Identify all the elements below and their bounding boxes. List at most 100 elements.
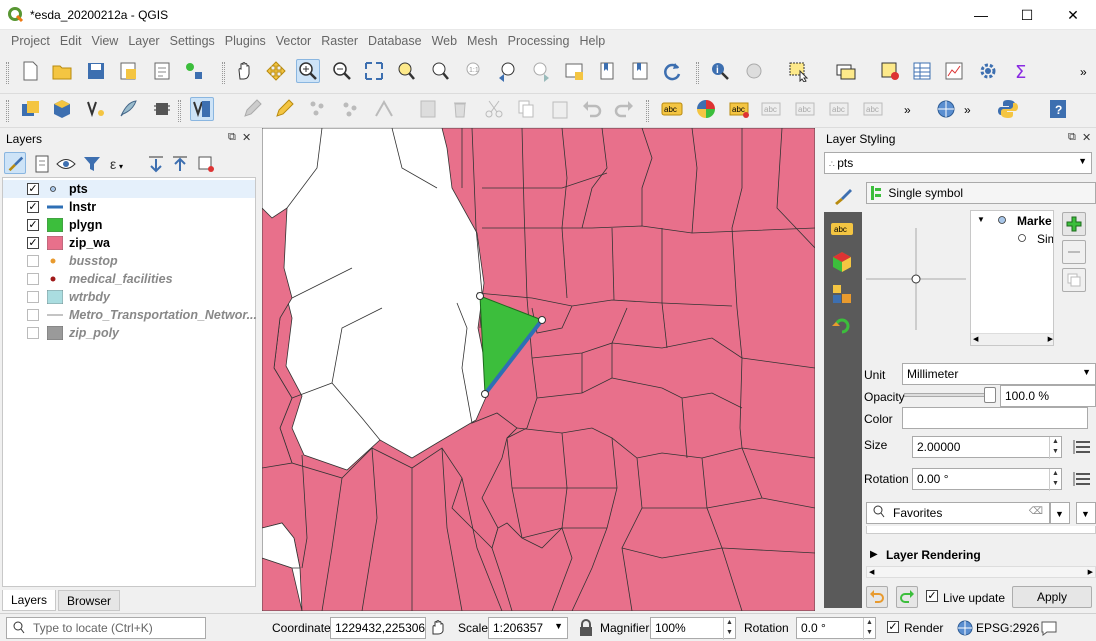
layer-visibility-checkbox[interactable] bbox=[27, 291, 39, 303]
show-hide-labels-icon[interactable]: abc bbox=[794, 97, 818, 121]
new-map-view-icon[interactable] bbox=[562, 59, 586, 83]
map-canvas[interactable] bbox=[262, 128, 815, 611]
toolbar-grip[interactable] bbox=[6, 62, 9, 84]
layout-manager-icon[interactable] bbox=[150, 59, 174, 83]
statistics-icon[interactable] bbox=[942, 59, 966, 83]
filter-expression-icon[interactable]: ε ▾ bbox=[106, 152, 130, 176]
simple-marker-tree-item[interactable]: Sim bbox=[1037, 232, 1053, 246]
size-spinner[interactable]: ▲ ▼ bbox=[1049, 437, 1061, 459]
gps-device-icon[interactable] bbox=[150, 97, 174, 121]
opacity-slider-handle[interactable] bbox=[984, 387, 996, 403]
renderer-select[interactable]: Single symbol bbox=[866, 182, 1096, 204]
layer-select[interactable]: ∴ pts ▼ bbox=[824, 152, 1092, 174]
edit-pencil-icon[interactable] bbox=[240, 97, 264, 121]
menu-processing[interactable]: Processing bbox=[503, 34, 575, 48]
panel-close-button[interactable]: ✕ bbox=[1082, 131, 1091, 144]
symbol-layer-tree[interactable]: ▼ Marke Sim ◀▶ bbox=[970, 210, 1054, 346]
symbology-tab-brush-icon[interactable] bbox=[824, 180, 862, 212]
label-toolbar-abc-icon[interactable]: abc bbox=[660, 97, 684, 121]
zoom-full-icon[interactable] bbox=[362, 59, 386, 83]
crs-label[interactable]: EPSG:2926 bbox=[976, 621, 1039, 635]
python-console-icon[interactable] bbox=[996, 97, 1020, 121]
tree-scrollbar[interactable]: ◀ ▶ bbox=[971, 333, 1053, 345]
layer-visibility-checkbox[interactable]: ✓ bbox=[27, 201, 39, 213]
add-group-icon[interactable] bbox=[30, 152, 54, 176]
panel-close-button[interactable]: ✕ bbox=[242, 131, 251, 144]
messages-icon[interactable] bbox=[1040, 619, 1058, 637]
deselect-all-icon[interactable] bbox=[878, 59, 902, 83]
zoom-native-icon[interactable]: 1:1 bbox=[462, 59, 486, 83]
crs-globe-icon[interactable] bbox=[956, 619, 974, 637]
layer-row-lnstr[interactable]: ✓ lnstr bbox=[3, 198, 255, 216]
map-rotation-input[interactable]: 0.0 ° ▲ ▼ bbox=[796, 617, 876, 640]
new-geopackage-icon[interactable] bbox=[50, 97, 74, 121]
layer-visibility-checkbox[interactable] bbox=[27, 273, 39, 285]
layer-visibility-checkbox[interactable]: ✓ bbox=[27, 237, 39, 249]
lock-scale-icon[interactable] bbox=[578, 619, 594, 637]
clear-search-icon[interactable]: ⌫ bbox=[1029, 506, 1043, 517]
open-project-icon[interactable] bbox=[50, 59, 74, 83]
rotation-spinner[interactable]: ▲ ▼ bbox=[863, 618, 875, 640]
add-symbol-layer-button[interactable] bbox=[1062, 212, 1086, 236]
modify-attributes-icon[interactable] bbox=[416, 97, 440, 121]
magnifier-spinner[interactable]: ▲ ▼ bbox=[723, 618, 735, 640]
close-button[interactable]: ✕ bbox=[1050, 0, 1096, 30]
manage-visibility-eye-icon[interactable] bbox=[54, 152, 78, 176]
zoom-last-icon[interactable] bbox=[496, 59, 520, 83]
toolbar-grip[interactable] bbox=[222, 62, 225, 84]
redo-style-button[interactable] bbox=[896, 586, 918, 608]
layer-visibility-checkbox[interactable] bbox=[27, 327, 39, 339]
opacity-slider-track[interactable] bbox=[904, 393, 996, 397]
layer-row-busstop[interactable]: busstop bbox=[3, 252, 255, 270]
layer-visibility-checkbox[interactable]: ✓ bbox=[27, 219, 39, 231]
zoom-in-icon[interactable] bbox=[296, 59, 320, 83]
undo-style-button[interactable] bbox=[866, 586, 888, 608]
new-bookmark-icon[interactable] bbox=[596, 59, 620, 83]
save-edits-icon[interactable] bbox=[272, 97, 296, 121]
select-by-value-icon[interactable] bbox=[834, 59, 858, 83]
layer-visibility-checkbox[interactable] bbox=[27, 309, 39, 321]
tab-browser[interactable]: Browser bbox=[58, 590, 121, 611]
3d-view-tab-icon[interactable] bbox=[830, 250, 854, 274]
add-point-icon[interactable] bbox=[338, 97, 362, 121]
diagram-options-icon[interactable] bbox=[694, 97, 718, 121]
zoom-to-layer-icon[interactable] bbox=[428, 59, 452, 83]
properties-scrollbar[interactable]: ◀ ▶ bbox=[866, 566, 1096, 578]
map-svg[interactable] bbox=[262, 128, 815, 611]
cut-features-icon[interactable] bbox=[482, 97, 506, 121]
layer-row-zip-wa[interactable]: ✓ zip_wa bbox=[3, 234, 255, 252]
chevron-right-icon[interactable]: ▶ bbox=[870, 549, 878, 560]
highlight-pinned-labels-icon[interactable]: abc bbox=[728, 97, 752, 121]
panel-float-button[interactable]: ⧉ bbox=[228, 131, 236, 144]
menu-settings[interactable]: Settings bbox=[165, 34, 220, 48]
menu-raster[interactable]: Raster bbox=[316, 34, 363, 48]
zoom-next-icon[interactable] bbox=[528, 59, 552, 83]
symbol-options-menu[interactable]: ▼ bbox=[1076, 502, 1096, 524]
menu-layer[interactable]: Layer bbox=[123, 34, 164, 48]
menu-plugins[interactable]: Plugins bbox=[220, 34, 271, 48]
scale-select[interactable]: 1:206357 ▼ bbox=[488, 617, 568, 639]
data-defined-override-icon[interactable] bbox=[1072, 468, 1094, 490]
layer-rendering-header[interactable]: Layer Rendering bbox=[886, 548, 981, 562]
expand-all-icon[interactable] bbox=[144, 152, 168, 176]
style-manager-icon[interactable] bbox=[182, 59, 206, 83]
color-picker[interactable] bbox=[902, 407, 1088, 429]
toolbar-overflow-icon[interactable]: » bbox=[958, 97, 982, 121]
toolbar-overflow-icon[interactable]: » bbox=[898, 97, 922, 121]
layer-row-zip-poly[interactable]: zip_poly bbox=[3, 324, 255, 342]
menu-web[interactable]: Web bbox=[427, 34, 462, 48]
zoom-out-icon[interactable] bbox=[330, 59, 354, 83]
history-tab-icon[interactable] bbox=[830, 314, 854, 338]
render-checkbox[interactable]: ✓ bbox=[887, 621, 899, 633]
undo-icon[interactable] bbox=[580, 97, 604, 121]
minimize-button[interactable]: — bbox=[958, 0, 1004, 30]
toolbar-grip[interactable] bbox=[6, 100, 9, 122]
layer-row-pts[interactable]: ✓ pts bbox=[3, 180, 255, 198]
menu-database[interactable]: Database bbox=[363, 34, 427, 48]
select-features-icon[interactable] bbox=[786, 59, 810, 83]
vertex-tool-icon[interactable] bbox=[372, 97, 396, 121]
magnifier-input[interactable]: 100% ▲ ▼ bbox=[650, 617, 736, 640]
new-vector-layer-icon[interactable] bbox=[84, 97, 108, 121]
filter-funnel-icon[interactable] bbox=[80, 152, 104, 176]
data-defined-override-icon[interactable] bbox=[1072, 436, 1094, 458]
